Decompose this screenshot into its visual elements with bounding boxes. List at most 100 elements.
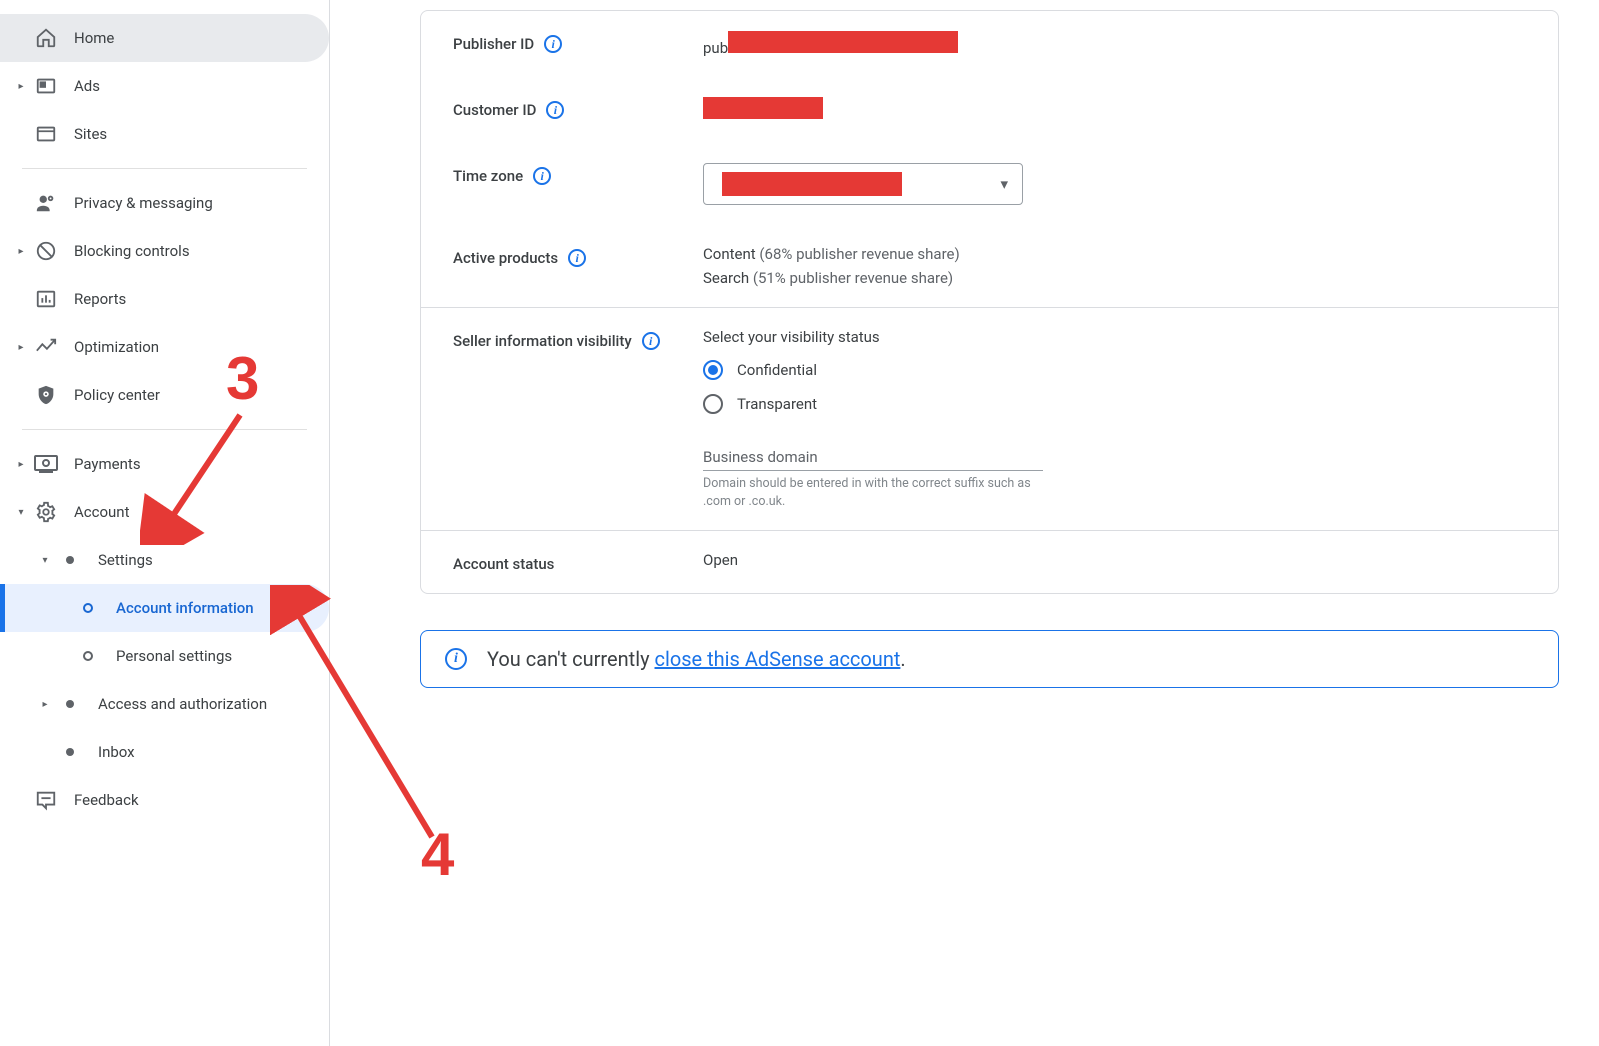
policy-shield-icon [34, 383, 58, 407]
optimization-icon [34, 335, 58, 359]
bullet-dot-icon [58, 548, 82, 572]
sidebar-item-label: Reports [74, 290, 126, 308]
sidebar-item-account-info[interactable]: ▸ Account information [0, 584, 329, 632]
block-icon [34, 239, 58, 263]
sites-icon [34, 122, 58, 146]
sidebar-item-sites[interactable]: ▸ Sites [0, 110, 329, 158]
sidebar-item-label: Policy center [74, 386, 160, 404]
sidebar-item-label: Payments [74, 455, 141, 473]
row-account-status: Account status Open [421, 530, 1558, 593]
row-publisher-id: Publisher ID i pub [421, 11, 1558, 77]
sidebar-item-label: Access and authorization [98, 695, 267, 713]
bullet-dot-icon [58, 740, 82, 764]
alert-prefix: You can't currently [487, 647, 655, 671]
redacted-block [703, 97, 823, 119]
sidebar-item-label: Privacy & messaging [74, 194, 213, 212]
sidebar-item-label: Inbox [98, 743, 135, 761]
sidebar-item-home[interactable]: ▸ Home [0, 14, 329, 62]
sidebar-item-policy[interactable]: ▸ Policy center [0, 371, 329, 419]
timezone-select[interactable]: ▾ [703, 163, 1023, 205]
seller-visibility-label: Seller information visibility [453, 332, 632, 350]
sidebar-item-label: Optimization [74, 338, 159, 356]
info-icon: i [445, 648, 467, 670]
divider [22, 429, 307, 430]
sidebar-item-label: Settings [98, 551, 153, 569]
customer-id-value [703, 97, 1526, 123]
product-name: Content [703, 245, 756, 263]
info-icon[interactable]: i [642, 332, 660, 350]
product-share: (68% publisher revenue share) [759, 245, 959, 263]
info-icon[interactable]: i [533, 167, 551, 185]
radio-icon [703, 360, 723, 380]
sidebar-item-label: Account information [116, 599, 254, 617]
select-visibility-heading: Select your visibility status [703, 328, 1526, 346]
sidebar-item-privacy[interactable]: ▸ Privacy & messaging [0, 179, 329, 227]
business-domain-label: Business domain [703, 448, 1526, 466]
row-timezone: Time zone i ▾ [421, 143, 1558, 225]
business-domain-line [703, 470, 1043, 471]
sidebar-item-settings[interactable]: ▾ Settings [0, 536, 329, 584]
gear-icon [34, 500, 58, 524]
caret-down-icon: ▾ [14, 507, 28, 518]
row-seller-visibility: Seller information visibility i Select y… [421, 307, 1558, 530]
radio-confidential[interactable]: Confidential [703, 360, 1526, 380]
redacted-block [722, 172, 902, 196]
sidebar-item-label: Ads [74, 77, 100, 95]
alert-suffix: . [900, 647, 905, 671]
caret-right-icon: ▸ [38, 699, 52, 710]
caret-right-icon: ▸ [14, 81, 28, 92]
timezone-label: Time zone [453, 167, 523, 185]
sidebar-item-personal-settings[interactable]: ▸ Personal settings [0, 632, 329, 680]
sidebar-item-feedback[interactable]: ▸ Feedback [0, 776, 329, 824]
caret-right-icon: ▸ [14, 246, 28, 257]
sidebar-item-label: Sites [74, 125, 107, 143]
bullet-ring-icon [76, 644, 100, 668]
feedback-icon [34, 788, 58, 812]
bullet-ring-icon [76, 596, 100, 620]
active-products-label: Active products [453, 249, 558, 267]
close-account-alert: i You can't currently close this AdSense… [420, 630, 1559, 688]
sidebar-item-label: Feedback [74, 791, 139, 809]
close-account-link[interactable]: close this AdSense account [655, 647, 901, 671]
business-domain-hint: Domain should be entered in with the cor… [703, 475, 1043, 510]
sidebar-item-optimization[interactable]: ▸ Optimization [0, 323, 329, 371]
radio-transparent[interactable]: Transparent [703, 394, 1526, 414]
divider [22, 168, 307, 169]
info-icon[interactable]: i [568, 249, 586, 267]
chevron-down-icon: ▾ [1000, 175, 1008, 193]
sidebar-item-blocking[interactable]: ▸ Blocking controls [0, 227, 329, 275]
sidebar-item-inbox[interactable]: ▸ Inbox [0, 728, 329, 776]
row-active-products: Active products i Content (68% publisher… [421, 225, 1558, 307]
publisher-id-value: pub [703, 31, 1526, 57]
redacted-block [728, 31, 958, 53]
account-status-label: Account status [453, 555, 554, 573]
sidebar-item-account[interactable]: ▾ Account [0, 488, 329, 536]
sidebar-item-ads[interactable]: ▸ Ads [0, 62, 329, 110]
product-share: (51% publisher revenue share) [753, 269, 953, 287]
sidebar-item-label: Home [74, 29, 114, 47]
customer-id-label: Customer ID [453, 101, 536, 119]
payments-icon [34, 452, 58, 476]
sidebar: ▸ Home ▸ Ads ▸ Sites ▸ Priv [0, 0, 330, 1046]
radio-label: Confidential [737, 361, 817, 379]
caret-right-icon: ▸ [14, 342, 28, 353]
radio-icon [703, 394, 723, 414]
sidebar-item-label: Account [74, 503, 130, 521]
info-icon[interactable]: i [544, 35, 562, 53]
publisher-id-label: Publisher ID [453, 35, 534, 53]
sidebar-item-label: Personal settings [116, 647, 232, 665]
sidebar-item-reports[interactable]: ▸ Reports [0, 275, 329, 323]
reports-icon [34, 287, 58, 311]
sidebar-item-access-auth[interactable]: ▸ Access and authorization [0, 680, 329, 728]
bullet-dot-icon [58, 692, 82, 716]
caret-down-icon: ▾ [38, 555, 52, 566]
info-icon[interactable]: i [546, 101, 564, 119]
account-status-value: Open [703, 551, 738, 569]
privacy-icon [34, 191, 58, 215]
caret-right-icon: ▸ [14, 459, 28, 470]
sidebar-item-payments[interactable]: ▸ Payments [0, 440, 329, 488]
account-card: Publisher ID i pub Customer ID i Time [420, 10, 1559, 594]
product-name: Search [703, 269, 749, 287]
row-customer-id: Customer ID i [421, 77, 1558, 143]
home-icon [34, 26, 58, 50]
